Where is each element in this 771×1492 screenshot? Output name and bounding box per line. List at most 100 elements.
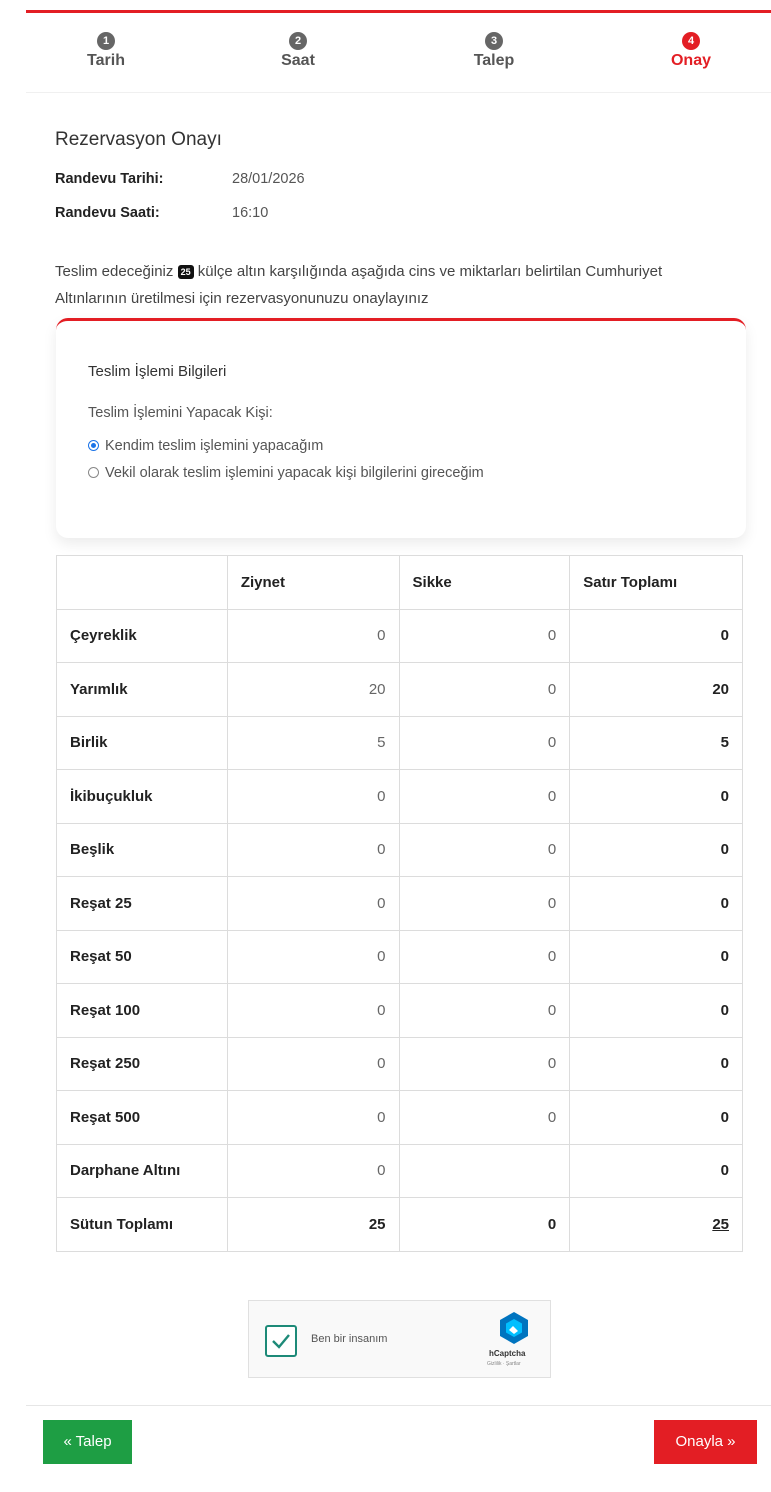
row-name: Reşat 25 (56, 876, 228, 931)
row-total: 0 (569, 929, 743, 984)
confirm-button[interactable]: Onayla » (654, 1420, 757, 1464)
radio-option-self[interactable]: Kendim teslim işlemini yapacağım (88, 438, 323, 454)
checkmark-icon (272, 1334, 290, 1349)
ziynet-total: 25 (226, 1197, 400, 1252)
table-row: Reşat 100 0 0 0 (56, 983, 743, 1038)
row-total: 0 (569, 1143, 743, 1198)
sikke-value: 0 (398, 715, 571, 770)
hcaptcha-widget: Ben bir insanım hCaptcha Gizlilik · Şart… (248, 1300, 551, 1378)
captcha-brand: hCaptcha (489, 1349, 526, 1358)
row-name: İkibuçukluk (56, 769, 228, 824)
ziynet-value: 0 (226, 822, 400, 877)
row-total: 0 (569, 822, 743, 877)
step-label: Onay (670, 52, 711, 69)
quantity-badge: 25 (177, 265, 194, 279)
ziynet-value: 5 (226, 715, 400, 770)
row-total: 20 (569, 662, 743, 717)
step-label: Talep (473, 52, 515, 69)
step-saat[interactable]: 2 Saat (253, 31, 343, 70)
ziynet-value: 0 (226, 1143, 400, 1198)
grand-total: 25 (569, 1197, 743, 1252)
time-value: 16:10 (232, 205, 269, 221)
confirmation-description: Teslim edeceğiniz 25 külçe altın karşılı… (55, 258, 735, 312)
stepper: 1 Tarih 2 Saat 3 Talep 4 Onay (26, 13, 771, 93)
row-name: Yarımlık (56, 662, 228, 717)
column-total-label: Sütun Toplamı (56, 1197, 228, 1252)
row-name: Reşat 50 (56, 929, 228, 984)
step-number: 2 (289, 32, 307, 50)
sikke-value: 0 (398, 662, 571, 717)
row-total: 0 (569, 608, 743, 663)
hcaptcha-logo-icon (500, 1312, 528, 1344)
table-row: İkibuçukluk 0 0 0 (56, 769, 743, 824)
row-total: 0 (569, 1090, 743, 1145)
row-total: 0 (569, 769, 743, 824)
step-label: Tarih (87, 52, 125, 69)
coin-table: Ziynet Sikke Satır Toplamı Çeyreklik 0 0… (56, 555, 743, 1252)
step-tarih[interactable]: 1 Tarih (61, 31, 151, 70)
date-label: Randevu Tarihi: (55, 171, 164, 187)
row-name: Reşat 500 (56, 1090, 228, 1145)
radio-label-self: Kendim teslim işlemini yapacağım (105, 438, 324, 454)
column-total-row: Sütun Toplamı 25 0 25 (56, 1197, 743, 1252)
step-number: 1 (97, 32, 115, 50)
ziynet-value: 0 (226, 608, 400, 663)
row-name: Beşlik (56, 822, 228, 877)
desc-text-before: Teslim edeceğiniz (55, 263, 174, 280)
ziynet-value: 20 (226, 662, 400, 717)
step-talep[interactable]: 3 Talep (449, 31, 539, 70)
back-to-talep-button[interactable]: « Talep (43, 1420, 132, 1464)
row-total: 0 (569, 983, 743, 1038)
radio-option-proxy[interactable]: Vekil olarak teslim işlemini yapacak kiş… (88, 465, 484, 481)
table-row: Birlik 5 0 5 (56, 715, 743, 770)
ziynet-value: 0 (226, 769, 400, 824)
navigation-footer: « Talep Onayla » (26, 1405, 771, 1485)
row-name: Reşat 100 (56, 983, 228, 1038)
table-row: Reşat 50 0 0 0 (56, 929, 743, 984)
captcha-label: Ben bir insanım (311, 1333, 388, 1345)
sikke-total: 0 (398, 1197, 571, 1252)
time-label: Randevu Saati: (55, 205, 160, 221)
sikke-value: 0 (398, 1090, 571, 1145)
captcha-checkbox[interactable] (265, 1325, 297, 1357)
table-row: Darphane Altını 0 0 (56, 1143, 743, 1198)
step-number: 3 (485, 32, 503, 50)
sikke-value: 0 (398, 822, 571, 877)
sikke-value: 0 (398, 769, 571, 824)
row-name: Reşat 250 (56, 1036, 228, 1091)
sikke-value: 0 (398, 929, 571, 984)
header-row-total: Satır Toplamı (569, 555, 743, 610)
delivery-person-label: Teslim İşlemini Yapacak Kişi: (88, 405, 273, 421)
row-name: Birlik (56, 715, 228, 770)
step-number: 4 (682, 32, 700, 50)
radio-label-proxy: Vekil olarak teslim işlemini yapacak kiş… (105, 465, 484, 481)
step-onay[interactable]: 4 Onay (646, 31, 736, 70)
date-value: 28/01/2026 (232, 171, 305, 187)
table-row: Çeyreklik 0 0 0 (56, 608, 743, 663)
ziynet-value: 0 (226, 1090, 400, 1145)
row-name: Çeyreklik (56, 608, 228, 663)
table-row: Reşat 250 0 0 0 (56, 1036, 743, 1091)
radio-button-self[interactable] (88, 440, 99, 451)
ziynet-value: 0 (226, 876, 400, 931)
sikke-value (398, 1143, 571, 1198)
delivery-info-panel: Teslim İşlemi Bilgileri Teslim İşlemini … (56, 318, 746, 538)
reservation-card: 1 Tarih 2 Saat 3 Talep 4 Onay Rezervasyo… (26, 10, 771, 1482)
step-label: Saat (281, 52, 315, 69)
ziynet-value: 0 (226, 929, 400, 984)
page-title: Rezervasyon Onayı (55, 129, 222, 150)
row-total: 0 (569, 876, 743, 931)
ziynet-value: 0 (226, 1036, 400, 1091)
ziynet-value: 0 (226, 983, 400, 1038)
table-row: Beşlik 0 0 0 (56, 822, 743, 877)
sikke-value: 0 (398, 983, 571, 1038)
table-row: Reşat 500 0 0 0 (56, 1090, 743, 1145)
sikke-value: 0 (398, 876, 571, 931)
header-empty (56, 555, 228, 610)
radio-button-proxy[interactable] (88, 467, 99, 478)
row-name: Darphane Altını (56, 1143, 228, 1198)
table-header-row: Ziynet Sikke Satır Toplamı (56, 555, 743, 610)
header-ziynet: Ziynet (226, 555, 400, 610)
captcha-links[interactable]: Gizlilik · Şartlar (487, 1361, 521, 1367)
table-row: Yarımlık 20 0 20 (56, 662, 743, 717)
